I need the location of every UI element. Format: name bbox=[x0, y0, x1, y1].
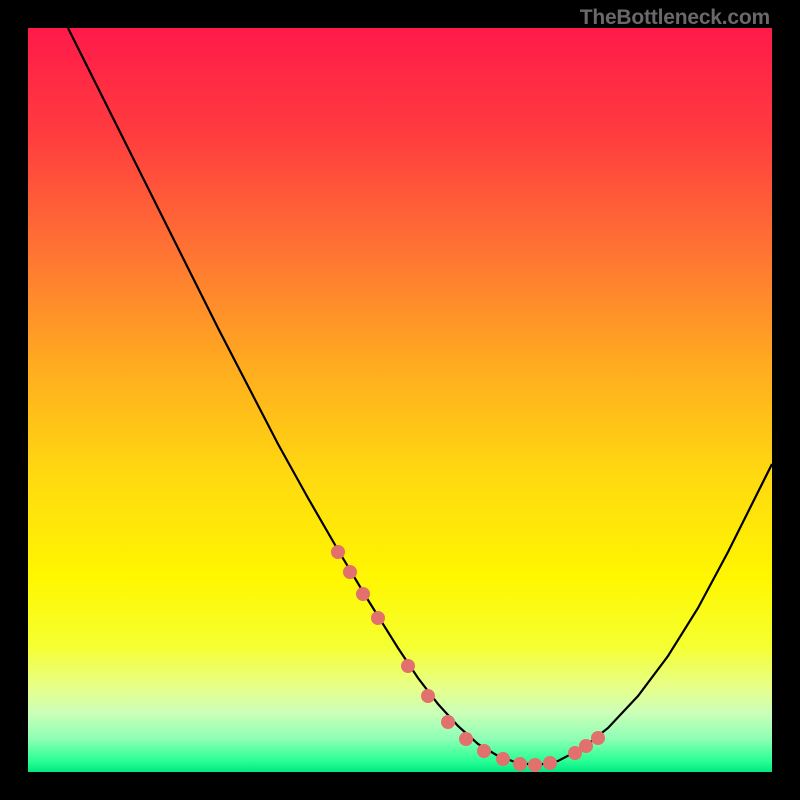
highlight-dots bbox=[331, 545, 605, 772]
plot-area bbox=[28, 28, 772, 772]
marker-dot bbox=[513, 757, 527, 771]
marker-dot bbox=[477, 744, 491, 758]
marker-dot bbox=[543, 756, 557, 770]
marker-dot bbox=[356, 587, 370, 601]
marker-dot bbox=[401, 659, 415, 673]
bottleneck-curve bbox=[68, 28, 772, 765]
marker-dot bbox=[591, 731, 605, 745]
marker-dot bbox=[459, 732, 473, 746]
marker-dot bbox=[528, 758, 542, 772]
marker-dot bbox=[371, 611, 385, 625]
marker-dot bbox=[331, 545, 345, 559]
watermark-text: TheBottleneck.com bbox=[580, 6, 770, 30]
marker-dot bbox=[441, 715, 455, 729]
marker-dot bbox=[343, 565, 357, 579]
marker-dot bbox=[421, 689, 435, 703]
chart-svg bbox=[28, 28, 772, 772]
marker-dot bbox=[496, 752, 510, 766]
marker-dot bbox=[579, 739, 593, 753]
chart-container: TheBottleneck.com bbox=[0, 0, 800, 800]
